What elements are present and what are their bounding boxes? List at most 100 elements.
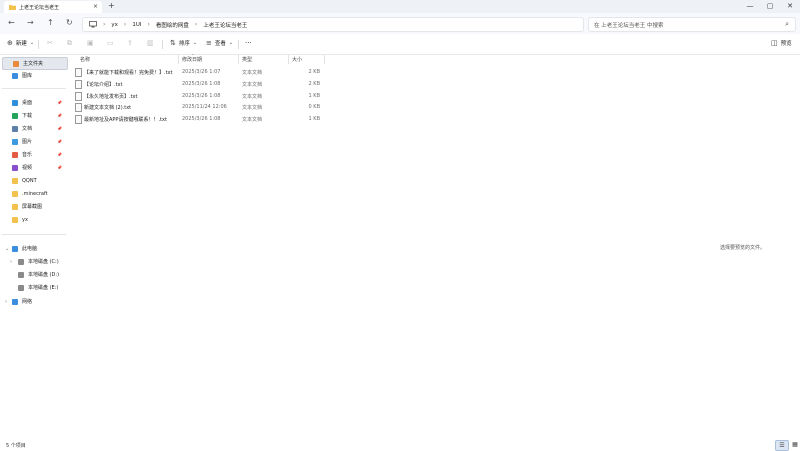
column-divider[interactable] [238,55,239,64]
clipboard-icon: ▣ [87,39,94,47]
file-row[interactable]: 【永久地址发布页】.txt 2025/3/26 1:08 文本文档 1 KB [72,91,324,102]
file-size: 2 KB [308,69,320,75]
file-name: 【永久地址发布页】.txt [84,94,138,100]
file-row[interactable]: 【来了就能下载和观看！完免费！】.txt 2025/3/26 1:07 文本文档… [72,67,324,78]
text-file-icon [75,115,82,124]
search-icon: ⌕ [785,20,789,28]
cut-button[interactable]: ✂ [47,39,56,47]
maximize-button[interactable]: ▢ [760,0,780,12]
nav-documents[interactable]: 文档 📌 [2,123,66,134]
nav-label: 屏幕截图 [22,204,43,210]
sort-label: 排序 [178,41,190,47]
nav-drive-d[interactable]: 本地磁盘 (D:) [2,269,66,280]
nav-network[interactable]: › 网络 [2,296,66,307]
file-date: 2025/3/26 1:08 [182,116,221,122]
gallery-icon [12,72,18,79]
column-header-name[interactable]: 名称 [80,56,90,63]
column-header-type[interactable]: 类型 [242,56,252,63]
column-divider[interactable] [178,55,179,64]
tiles-view-button[interactable]: ▦ [789,440,800,449]
pin-icon: 📌 [57,139,62,144]
view-button[interactable]: ≡ 查看 ⌄ [206,39,236,47]
forward-button[interactable]: → [27,18,34,27]
up-button[interactable]: ↑ [47,18,54,27]
nav-desktop[interactable]: 桌面 📌 [2,97,66,108]
nav-label: 本地磁盘 (D:) [28,272,60,278]
minimize-button[interactable]: — [740,0,760,12]
nav-this-pc[interactable]: ⌄ 此电脑 [2,243,66,254]
more-button[interactable]: ··· [245,39,252,47]
nav-home[interactable]: 主文件夹 [2,57,68,70]
search-input[interactable]: 在 上老王论坛当老王 中搜索 ⌕ [588,17,796,32]
nav-videos[interactable]: 视频 📌 [2,162,66,173]
file-date: 2025/3/26 1:08 [182,81,221,87]
file-row[interactable]: 新建文本文档 (2).txt 2025/11/24 12:06 文本文档 0 K… [72,102,324,113]
tab-close-icon[interactable]: × [93,3,98,10]
chevron-down-icon: ⌄ [29,40,35,46]
nav-music[interactable]: 音乐 📌 [2,149,66,160]
share-icon: ⇪ [127,39,133,47]
computer-icon [89,21,97,28]
video-icon [12,164,18,171]
breadcrumb-item[interactable]: 1UI [132,22,141,28]
details-view-icon: ☰ [779,442,785,449]
nav-folder-screenshots[interactable]: 屏幕截图 [2,201,66,212]
file-size: 2 KB [308,81,320,87]
file-size: 1 KB [308,116,320,122]
column-divider[interactable] [324,55,325,64]
share-button[interactable]: ⇪ [127,39,136,47]
nav-label: yx [22,216,28,223]
preview-label: 预览 [780,41,792,47]
delete-button[interactable]: ▥ [147,39,157,47]
nav-folder-minecraft[interactable]: .minecraft [2,188,66,199]
tab-title: 上老王论坛当老王 [19,4,60,11]
refresh-button[interactable]: ↻ [66,18,73,27]
pin-icon: 📌 [57,100,62,105]
copy-button[interactable]: ⧉ [67,39,75,48]
new-tab-button[interactable]: + [108,1,115,10]
details-view-button[interactable]: ☰ [775,440,789,451]
back-button[interactable]: ← [8,18,15,27]
picture-icon [12,138,18,145]
chevron-right-icon[interactable]: › [10,259,12,265]
nav-gallery[interactable]: 图库 [2,70,66,81]
column-header-size[interactable]: 大小 [292,56,302,63]
nav-label: 音乐 [22,152,33,158]
file-row[interactable]: 最新地址及APP请按键哦联系！！.txt 2025/3/26 1:08 文本文档… [72,114,324,125]
new-button[interactable]: ⊕ 新建 ⌄ [7,39,37,47]
chevron-down-icon: ⌄ [228,40,234,46]
close-button[interactable]: ✕ [780,0,800,12]
nav-drive-c[interactable]: › 本地磁盘 (C:) [2,256,66,267]
nav-label: .minecraft [22,190,48,197]
pin-icon: 📌 [57,113,62,118]
sort-button[interactable]: ⇅ 排序 ⌄ [170,39,200,47]
nav-downloads[interactable]: 下载 📌 [2,110,66,121]
address-bar[interactable]: › yx › 1UI › 看图绘的网盘 › 上老王论坛当老王 [82,17,584,32]
rename-button[interactable]: ▭ [107,39,117,47]
breadcrumb-item[interactable]: yx [111,22,118,28]
paste-button[interactable]: ▣ [87,39,97,47]
column-header-date[interactable]: 修改日期 [182,56,202,63]
nav-pictures[interactable]: 图片 📌 [2,136,66,147]
file-row[interactable]: 【论坛介绍】.txt 2025/3/26 1:08 文本文档 2 KB [72,79,324,90]
nav-label: 图片 [22,139,33,145]
file-size: 1 KB [308,93,320,99]
file-type: 文本文档 [242,94,263,100]
nav-drive-e[interactable]: 本地磁盘 (E:) [2,282,66,293]
file-name: 最新地址及APP请按键哦联系！！.txt [84,117,167,123]
chevron-right-icon[interactable]: › [5,299,7,305]
breadcrumb-current[interactable]: 上老王论坛当老王 [203,21,247,29]
nav-folder-yx[interactable]: yx [2,214,66,225]
desktop-icon [12,99,18,106]
file-date: 2025/11/24 12:06 [182,104,227,110]
computer-icon [12,245,18,252]
breadcrumb-item[interactable]: 看图绘的网盘 [156,21,189,29]
copy-icon: ⧉ [67,39,72,47]
pin-icon: 📌 [57,126,62,131]
nav-label: 本地磁盘 (C:) [28,259,59,265]
chevron-down-icon[interactable]: ⌄ [5,246,9,252]
preview-pane-button[interactable]: ◫ 预览 [771,39,792,47]
nav-folder-qqnt[interactable]: QQNT [2,175,66,186]
window-tab[interactable]: 上老王论坛当老王 × [4,1,102,13]
column-divider[interactable] [288,55,289,64]
